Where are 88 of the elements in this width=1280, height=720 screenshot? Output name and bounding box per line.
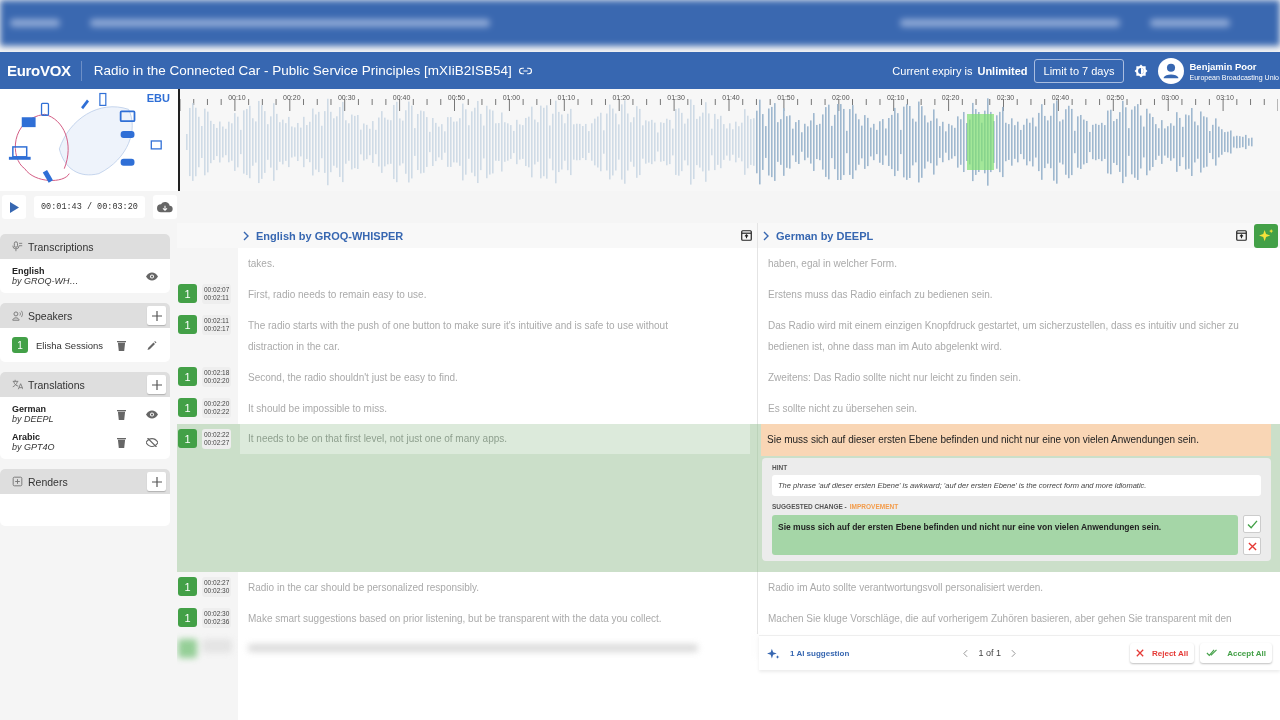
target-text[interactable]: Es sollte nicht zu übersehen sein. <box>768 398 1270 419</box>
speaker-badge: 1 <box>178 284 197 303</box>
pager-label: 1 of 1 <box>978 648 1001 658</box>
cloud-download-icon <box>156 201 173 213</box>
archive-icon[interactable] <box>741 230 752 241</box>
speaker-badge: 1 <box>178 315 197 334</box>
speaker-badge: 1 <box>178 577 197 596</box>
target-text[interactable]: Radio im Auto sollte verantwortungsvoll personalisiert werden. <box>768 577 1270 598</box>
plus-icon <box>151 379 162 390</box>
section-title: Transcriptions <box>28 240 94 253</box>
column-title: English by GROQ-WHISPER <box>256 229 404 242</box>
plus-icon <box>151 310 162 321</box>
target-text[interactable]: Erstens muss das Radio einfach zu bedienen sein. <box>768 284 1270 305</box>
accept-button[interactable] <box>1243 515 1261 533</box>
expiry-value: Unlimited <box>977 64 1028 77</box>
eye-off-icon[interactable] <box>146 437 158 447</box>
trash-icon[interactable] <box>117 408 126 420</box>
suggestion-count: 1 AI suggestion <box>790 648 850 658</box>
add-button[interactable] <box>147 306 166 325</box>
speaker-icon <box>12 310 23 321</box>
track-engine: by GPT4O <box>12 442 56 452</box>
add-button[interactable] <box>147 472 166 491</box>
source-text[interactable]: It needs to be on that first level, not just one of many apps. <box>240 424 750 454</box>
suggested-text[interactable]: Sie muss sich auf der ersten Ebene befinden und nicht nur eine von vielen Anwendungen sein. <box>772 515 1238 555</box>
section-title: Renders <box>28 475 68 488</box>
source-text[interactable]: takes. <box>248 253 687 274</box>
trash-icon[interactable] <box>117 339 126 351</box>
reject-all-button[interactable]: Reject All <box>1130 643 1195 663</box>
chevron-icon[interactable] <box>763 230 769 241</box>
download-button[interactable] <box>152 195 177 219</box>
source-text[interactable]: First, radio needs to remain easy to use. <box>248 284 687 305</box>
track-language: Arabic <box>12 432 41 442</box>
chevron-icon[interactable] <box>243 230 249 241</box>
segment-row[interactable] <box>177 424 1280 572</box>
microphone-icon <box>12 241 23 252</box>
track-engine: by GROQ-WH… <box>12 276 80 286</box>
speaker-badge: 1 <box>178 608 197 627</box>
source-text[interactable]: Make smart suggestions based on prior listening, but be transparent with the data you collect. <box>248 608 687 629</box>
section-title: Speakers <box>28 309 73 322</box>
play-icon <box>9 201 19 213</box>
target-text[interactable]: Das Radio wird mit einem einzigen Knopfdruck gestartet, um sicherzustellen, dass es intuitiv und sicher zu bedienen ist, ohne dass man im Auto abgelenkt wird. <box>768 315 1270 357</box>
double-check-icon <box>1206 649 1220 657</box>
expiry-label: Current expiry is <box>892 64 973 77</box>
play-button[interactable] <box>2 195 26 219</box>
target-text[interactable]: Zweitens: Das Radio sollte nicht nur leicht zu finden sein. <box>768 367 1270 388</box>
user-name: Benjamin Poor <box>1189 60 1258 72</box>
reject-button[interactable] <box>1243 537 1261 555</box>
plus-icon <box>151 476 162 487</box>
brightness-icon[interactable] <box>1134 63 1149 78</box>
section-title: Translations <box>28 378 85 391</box>
target-text[interactable]: Machen Sie kluge Vorschläge, die auf vorherigem Zuhören basieren, aber gehen Sie transparent mit den <box>768 608 1270 629</box>
close-icon <box>1247 541 1257 551</box>
brand-label: EBU <box>146 92 170 104</box>
speaker-badge: 1 <box>178 367 197 386</box>
track-engine: by DEEPL <box>12 414 55 424</box>
eye-icon[interactable] <box>146 271 158 281</box>
speaker-badge: 1 <box>12 337 28 353</box>
avatar-icon[interactable] <box>1158 57 1185 84</box>
translate-icon <box>12 379 23 390</box>
accept-all-button[interactable]: Accept All <box>1200 643 1272 663</box>
add-button[interactable] <box>147 375 166 394</box>
source-text[interactable]: It should be impossible to miss. <box>248 398 687 419</box>
source-text[interactable]: The radio starts with the push of one button to make sure it's intuitive and is safe to use without distraction in the car. <box>248 315 687 357</box>
check-icon <box>1246 519 1258 529</box>
speaker-badge: 1 <box>178 398 197 417</box>
limit-button[interactable]: Limit to 7 days <box>1033 58 1125 83</box>
column-title: German by DEEPL <box>776 229 874 242</box>
source-text[interactable]: Radio in the car should be personalized responsibly. <box>248 577 687 598</box>
eye-icon[interactable] <box>146 409 158 419</box>
target-text[interactable]: Sie muss sich auf dieser ersten Ebene befinden und nicht nur eine von vielen Anwendungen sein. <box>761 424 1271 456</box>
source-text[interactable]: Second, the radio shouldn't just be easy to find. <box>248 367 687 388</box>
track-language: English <box>12 266 46 276</box>
link-icon[interactable] <box>518 66 532 75</box>
project-title: Radio in the Connected Car - Public Service Principles [mXIiB2ISB54] <box>93 63 512 78</box>
app-logo: EuroVOX <box>7 62 71 79</box>
speaker-name: Elisha Sessions <box>36 339 105 351</box>
pencil-icon[interactable] <box>146 340 158 350</box>
close-icon <box>1136 649 1144 657</box>
render-icon <box>12 476 23 487</box>
trash-icon[interactable] <box>117 436 126 448</box>
speaker-badge: 1 <box>178 429 197 448</box>
track-language: German <box>12 404 47 414</box>
archive-icon[interactable] <box>1236 230 1247 241</box>
ai-suggest-button[interactable] <box>1254 223 1278 248</box>
segment-row[interactable]: takes. haben, egal in welcher Form. <box>177 248 1280 279</box>
sparkle-icon <box>1258 228 1274 243</box>
time-display: 00:01:43 / 00:03:20 <box>34 196 145 218</box>
target-text[interactable]: haben, egal in welcher Form. <box>768 253 1270 274</box>
